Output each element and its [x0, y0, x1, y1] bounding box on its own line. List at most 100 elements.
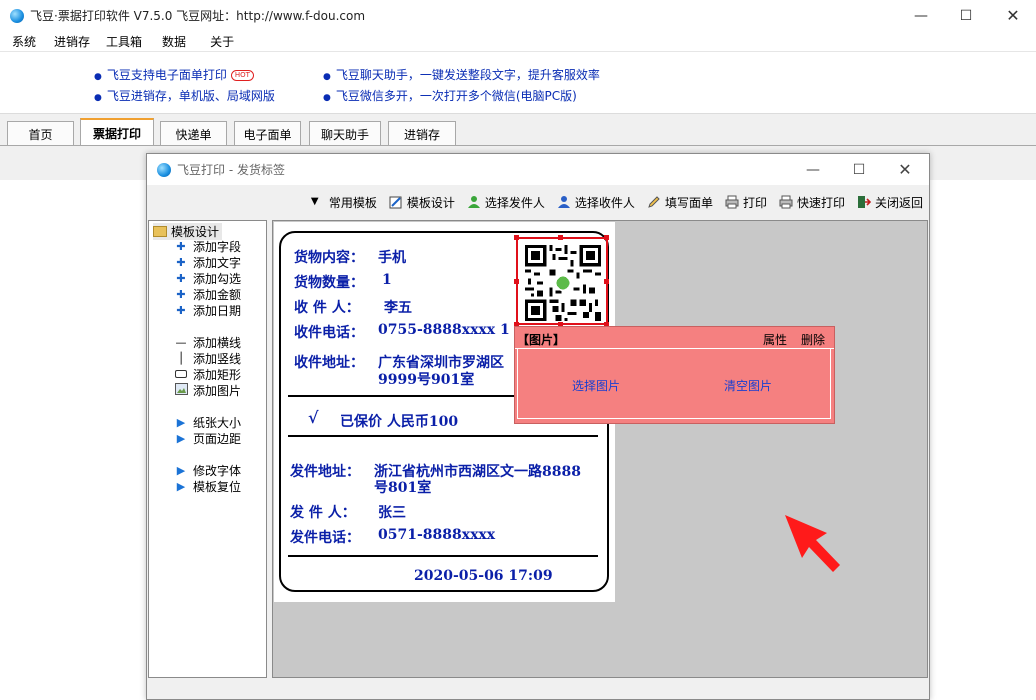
- image-icon: [173, 383, 189, 398]
- insured-text[interactable]: 已保价 人民币100: [340, 411, 458, 431]
- dropdown-triangle-icon: ▼: [310, 196, 319, 207]
- tree-item-add-amount[interactable]: ✚ 添加金额: [173, 286, 241, 303]
- menu-inventory[interactable]: 进销存: [54, 33, 90, 50]
- menu-about[interactable]: 关于: [210, 33, 234, 50]
- plus-icon: ✚: [176, 256, 186, 269]
- goods-label[interactable]: 货物内容：: [294, 247, 364, 267]
- tree-item-paper-size[interactable]: ▶ 纸张大小: [173, 414, 241, 431]
- menu-bar: 系统 进销存 工具箱 数据 关于: [0, 31, 1036, 51]
- promo-link-inventory[interactable]: ● 飞豆进销存，单机版、局域网版: [94, 87, 275, 104]
- sub-minimize-button[interactable]: —: [790, 154, 836, 185]
- sub-close-button[interactable]: ✕: [882, 154, 928, 185]
- maximize-button[interactable]: ☐: [943, 0, 989, 31]
- receiver-phone-value[interactable]: 0755-8888xxxx 1: [378, 322, 510, 338]
- receiver-value[interactable]: 李五: [384, 297, 412, 317]
- quick-print-button[interactable]: 快速打印: [779, 194, 845, 211]
- triangle-icon: ▶: [176, 432, 186, 445]
- common-template-button[interactable]: ▼ 常用模板: [311, 194, 377, 211]
- tree-item-page-margin[interactable]: ▶ 页面边距: [173, 430, 241, 447]
- popup-body: 选择图片 清空图片: [517, 349, 831, 419]
- toolbar-label: 关闭返回: [874, 195, 923, 210]
- tree-item-change-font[interactable]: ▶ 修改字体: [173, 462, 241, 479]
- sender-phone-value[interactable]: 0571-8888xxxx: [378, 527, 495, 543]
- tree-item-add-date[interactable]: ✚ 添加日期: [173, 302, 241, 319]
- toolbar-label: 选择发件人: [484, 195, 545, 210]
- tree-item-add-rect[interactable]: 添加矩形: [173, 366, 241, 383]
- tree-item-reset-template[interactable]: ▶ 模板复位: [173, 478, 241, 495]
- promo-text: 飞豆聊天助手，一键发送整段文字，提升客服效率: [335, 68, 600, 82]
- tree-item-add-check[interactable]: ✚ 添加勾选: [173, 270, 241, 287]
- resize-handle[interactable]: [558, 235, 563, 240]
- bullet-icon: ●: [94, 72, 102, 82]
- fill-waybill-button[interactable]: 填写面单: [647, 194, 713, 211]
- qr-code-image[interactable]: [525, 245, 601, 321]
- resize-handle[interactable]: [604, 235, 609, 240]
- close-return-button[interactable]: 关闭返回: [857, 194, 923, 211]
- clear-image-link[interactable]: 清空图片: [724, 377, 772, 394]
- tab-eface[interactable]: 电子面单: [234, 121, 301, 146]
- design-canvas[interactable]: 货物内容： 手机 货物数量： 1 收 件 人： 李五 收件电话： 0755-88…: [272, 220, 928, 678]
- rect-icon: [173, 368, 189, 381]
- tree-item-add-image[interactable]: 添加图片: [173, 382, 241, 399]
- triangle-icon: ▶: [176, 416, 186, 429]
- resize-handle[interactable]: [514, 235, 519, 240]
- tree-item-label: 模板复位: [193, 480, 242, 494]
- print-button[interactable]: 打印: [725, 194, 767, 211]
- app-logo-icon: [157, 162, 171, 177]
- close-button[interactable]: ✕: [990, 0, 1036, 31]
- promo-text: 飞豆微信多开，一次打开多个微信(电脑PC版): [335, 89, 577, 103]
- menu-system[interactable]: 系统: [12, 33, 36, 50]
- image-properties-link[interactable]: 属性: [763, 331, 787, 348]
- tab-express[interactable]: 快递单: [160, 121, 227, 146]
- tab-chat-assistant[interactable]: 聊天助手: [309, 121, 381, 146]
- sender-label[interactable]: 发 件 人：: [290, 502, 356, 522]
- template-design-button[interactable]: 模板设计: [389, 194, 455, 211]
- subwindow-titlebar: 飞豆打印 - 发货标签 — ☐ ✕: [147, 154, 929, 185]
- menu-data[interactable]: 数据: [162, 33, 186, 50]
- receiver-label[interactable]: 收 件 人：: [294, 297, 360, 317]
- pencil-icon: [648, 196, 660, 208]
- popup-title: 【图片】: [517, 333, 566, 347]
- select-image-link[interactable]: 选择图片: [572, 377, 620, 394]
- select-sender-button[interactable]: 选择发件人: [467, 194, 545, 211]
- tab-inventory[interactable]: 进销存: [388, 121, 456, 146]
- tree-item-label: 添加字段: [193, 240, 242, 254]
- design-icon: [389, 196, 402, 209]
- tree-item-add-text[interactable]: ✚ 添加文字: [173, 254, 241, 271]
- sender-value[interactable]: 张三: [378, 502, 406, 522]
- resize-handle[interactable]: [604, 279, 609, 284]
- sub-maximize-button[interactable]: ☐: [836, 154, 882, 185]
- tree-item-label: 修改字体: [193, 464, 242, 478]
- tree-item-label: 添加文字: [193, 256, 242, 270]
- divider-line[interactable]: [288, 435, 598, 437]
- resize-handle[interactable]: [514, 279, 519, 284]
- tree-item-add-hline[interactable]: — 添加横线: [173, 334, 242, 351]
- promo-link-wechat[interactable]: ● 飞豆微信多开，一次打开多个微信(电脑PC版): [323, 87, 577, 104]
- receiver-addr-label[interactable]: 收件地址：: [294, 352, 364, 372]
- datetime-value[interactable]: 2020-05-06 17:09: [414, 568, 553, 584]
- sender-addr-label[interactable]: 发件地址：: [290, 461, 360, 481]
- tab-receipt-print[interactable]: 票据打印: [80, 118, 154, 147]
- select-receiver-button[interactable]: 选择收件人: [557, 194, 635, 211]
- tab-home[interactable]: 首页: [7, 121, 74, 146]
- promo-link-eface[interactable]: ● 飞豆支持电子面单打印 HOT: [94, 66, 254, 83]
- insured-check-mark[interactable]: √: [308, 408, 319, 427]
- minimize-button[interactable]: —: [898, 0, 944, 31]
- receiver-phone-label[interactable]: 收件电话：: [294, 322, 364, 342]
- goods-value[interactable]: 手机: [378, 247, 406, 267]
- promo-area: ● 飞豆支持电子面单打印 HOT ● 飞豆进销存，单机版、局域网版 ● 飞豆聊天助手，一…: [0, 51, 1036, 113]
- tree-item-label: 纸张大小: [193, 416, 242, 430]
- hline-icon: —: [175, 336, 187, 349]
- bullet-icon: ●: [323, 93, 331, 103]
- qty-label[interactable]: 货物数量：: [294, 272, 364, 292]
- qty-value[interactable]: 1: [382, 272, 392, 288]
- divider-line[interactable]: [288, 555, 598, 557]
- tree-item-add-vline[interactable]: │ 添加竖线: [173, 350, 241, 367]
- sender-addr-line2[interactable]: 号801室: [374, 477, 431, 497]
- receiver-addr-line2[interactable]: 9999号901室: [378, 369, 474, 389]
- image-delete-link[interactable]: 删除: [801, 331, 825, 348]
- tree-item-add-field[interactable]: ✚ 添加字段: [173, 238, 241, 255]
- menu-toolbox[interactable]: 工具箱: [106, 33, 142, 50]
- promo-link-chat[interactable]: ● 飞豆聊天助手，一键发送整段文字，提升客服效率: [323, 66, 600, 83]
- sender-phone-label[interactable]: 发件电话：: [290, 527, 360, 547]
